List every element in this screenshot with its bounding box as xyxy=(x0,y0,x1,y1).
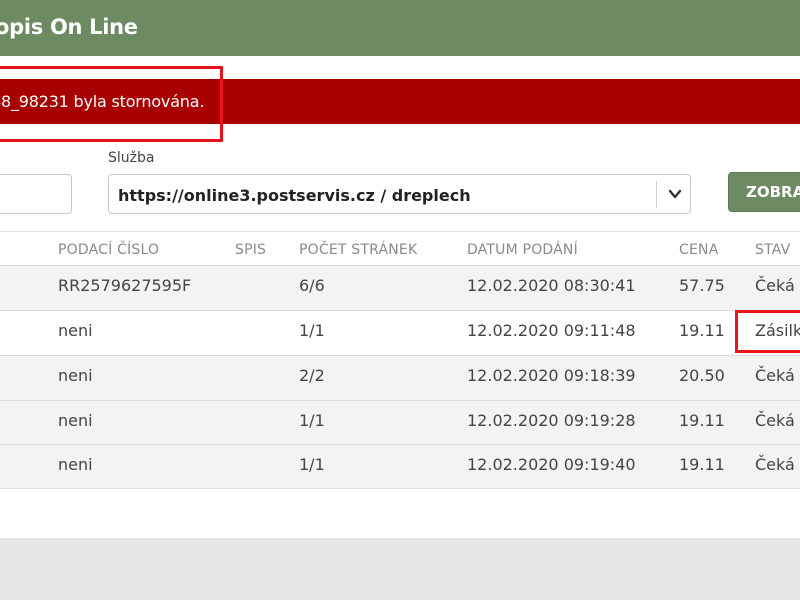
app-header: opis On Line xyxy=(0,0,800,56)
column-header-pocet-stranek[interactable]: POČET STRÁNEK xyxy=(299,242,417,258)
cell-cena: 19.11 xyxy=(679,455,725,474)
table-header-divider xyxy=(0,231,800,232)
column-header-cena[interactable]: CENA xyxy=(679,242,718,258)
show-button[interactable]: ZOBRA xyxy=(728,172,800,212)
service-select[interactable]: https://online3.postservis.cz / dreplech xyxy=(108,174,691,214)
cell-datum-podani: 12.02.2020 08:30:41 xyxy=(467,276,636,295)
cell-datum-podani: 12.02.2020 09:18:39 xyxy=(467,366,636,385)
cell-pocet-stranek: 1/1 xyxy=(299,455,325,474)
app-title: opis On Line xyxy=(0,15,138,39)
cell-pocet-stranek: 6/6 xyxy=(299,276,325,295)
cell-stav: Čeká xyxy=(755,455,795,474)
column-header-spis[interactable]: SPIS xyxy=(235,242,266,258)
table-row[interactable]: neni 1/1 12.02.2020 09:19:40 19.11 Čeká xyxy=(0,444,800,489)
cell-pocet-stranek: 1/1 xyxy=(299,411,325,430)
cell-podaci-cislo: neni xyxy=(58,366,93,385)
cell-podaci-cislo: RR2579627595F xyxy=(58,276,192,295)
cell-datum-podani: 12.02.2020 09:19:40 xyxy=(467,455,636,474)
cell-cena: 19.11 xyxy=(679,321,725,340)
service-label: Služba xyxy=(108,150,155,166)
show-button-label: ZOBRA xyxy=(746,183,800,201)
column-header-podaci-cislo[interactable]: PODACÍ ČÍSLO xyxy=(58,242,159,258)
cell-podaci-cislo: neni xyxy=(58,455,93,474)
cell-stav: Čeká xyxy=(755,366,795,385)
chevron-down-icon[interactable] xyxy=(667,186,683,202)
cell-podaci-cislo: neni xyxy=(58,321,93,340)
table-bottom-divider xyxy=(0,488,800,489)
table-row[interactable]: neni 1/1 12.02.2020 09:19:28 19.11 Čeká xyxy=(0,400,800,445)
column-header-datum-podani[interactable]: DATUM PODÁNÍ xyxy=(467,242,578,258)
cell-cena: 19.11 xyxy=(679,411,725,430)
service-select-value: https://online3.postservis.cz / dreplech xyxy=(118,186,471,205)
cell-cena: 57.75 xyxy=(679,276,725,295)
cell-datum-podani: 12.02.2020 09:11:48 xyxy=(467,321,636,340)
table-row[interactable]: neni 2/2 12.02.2020 09:18:39 20.50 Čeká xyxy=(0,355,800,400)
cell-datum-podani: 12.02.2020 09:19:28 xyxy=(467,411,636,430)
cell-cena: 20.50 xyxy=(679,366,725,385)
cell-podaci-cislo: neni xyxy=(58,411,93,430)
cell-stav: Čeká xyxy=(755,411,795,430)
cell-pocet-stranek: 2/2 xyxy=(299,366,325,385)
column-header-stav[interactable]: STAV xyxy=(755,242,790,258)
select-divider xyxy=(656,181,657,208)
highlight-frame-status xyxy=(735,310,800,353)
table-row[interactable]: neni 1/1 12.02.2020 09:11:48 19.11 Zásil… xyxy=(0,310,800,355)
cell-pocet-stranek: 1/1 xyxy=(299,321,325,340)
filter-input[interactable] xyxy=(0,174,72,214)
cell-stav: Čeká xyxy=(755,276,795,295)
table-row[interactable]: RR2579627595F 6/6 12.02.2020 08:30:41 57… xyxy=(0,265,800,310)
highlight-frame-alert xyxy=(0,66,223,142)
